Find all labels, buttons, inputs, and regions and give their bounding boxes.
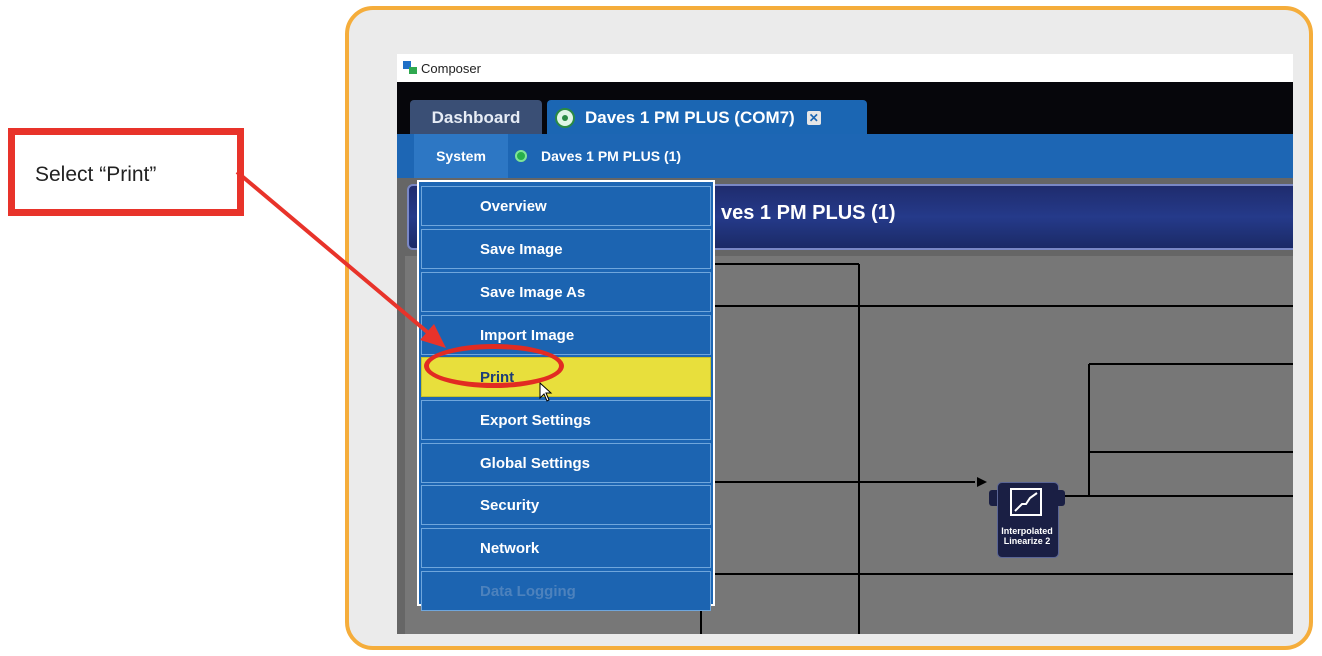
menu-item-save-image-as[interactable]: Save Image As [421, 272, 711, 312]
close-icon[interactable]: ✕ [806, 111, 821, 125]
menu-item-data-logging: Data Logging [421, 571, 711, 611]
menu-item-label: Overview [480, 197, 547, 215]
device-subbar: System Daves 1 PM PLUS (1) [397, 134, 1293, 178]
mouse-cursor-icon [539, 382, 553, 402]
system-dropdown-menu: Overview Save Image Save Image As Import… [417, 180, 715, 611]
breadcrumb[interactable]: Daves 1 PM PLUS (1) [515, 134, 681, 178]
breadcrumb-label: Daves 1 PM PLUS (1) [541, 148, 682, 164]
tab-strip: Dashboard Daves 1 PM PLUS (COM7) ✕ [397, 82, 1293, 136]
print-highlight-ellipse [424, 344, 564, 388]
menu-item-label: Save Image [480, 240, 563, 258]
menu-item-global-settings[interactable]: Global Settings [421, 443, 711, 483]
page-title: ves 1 PM PLUS (1) [721, 202, 896, 224]
menu-item-export-settings[interactable]: Export Settings [421, 400, 711, 440]
menu-item-label: Global Settings [480, 454, 591, 472]
tab-device[interactable]: Daves 1 PM PLUS (COM7) ✕ [547, 100, 867, 136]
window-title: Composer [421, 60, 481, 76]
block-output-port [1053, 490, 1065, 506]
block-label: Interpolated Linearize 2 [997, 526, 1057, 546]
composer-window: Composer Dashboard Daves 1 PM PLUS (COM7… [397, 54, 1293, 634]
composer-app-icon [403, 61, 417, 75]
menu-item-label: Export Settings [480, 411, 591, 429]
menu-item-label: Data Logging [480, 582, 576, 600]
menu-item-label: Network [480, 539, 540, 557]
interpolated-linearize-block[interactable]: Interpolated Linearize 2 [989, 482, 1065, 558]
device-connected-icon [555, 108, 575, 128]
menu-item-save-image[interactable]: Save Image [421, 229, 711, 269]
menu-item-label: Save Image As [480, 283, 586, 301]
menu-item-overview[interactable]: Overview [421, 186, 711, 226]
system-menu-label: System [436, 148, 486, 164]
instruction-callout: Select “Print” [8, 128, 244, 216]
tab-dashboard-label: Dashboard [431, 108, 521, 127]
menu-item-label: Import Image [480, 326, 575, 344]
tab-device-label: Daves 1 PM PLUS (COM7) [585, 108, 795, 127]
linearize-graph-icon [1010, 488, 1042, 516]
tab-dashboard[interactable]: Dashboard [410, 100, 542, 136]
screenshot-frame: Composer Dashboard Daves 1 PM PLUS (COM7… [345, 6, 1313, 650]
menu-item-security[interactable]: Security [421, 485, 711, 525]
device-status-icon [515, 150, 527, 162]
menu-item-label: Security [480, 496, 540, 514]
window-titlebar: Composer [397, 54, 1293, 82]
callout-text: Select “Print” [35, 163, 157, 186]
block-label-line1: Interpolated [1001, 526, 1053, 536]
block-label-line2: Linearize 2 [1003, 536, 1051, 546]
menu-item-network[interactable]: Network [421, 528, 711, 568]
system-menu-button[interactable]: System [414, 134, 508, 178]
